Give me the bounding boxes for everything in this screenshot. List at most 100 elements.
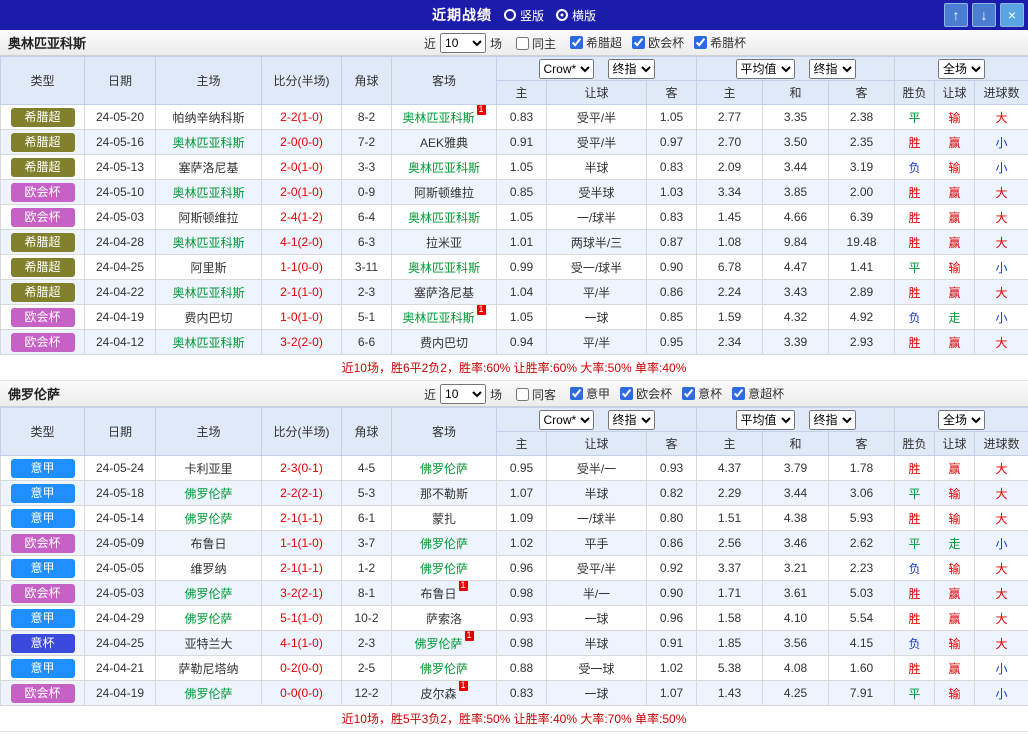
avg-home-odds: 2.56 <box>697 531 763 556</box>
odds-type-select[interactable]: 平均值 <box>736 59 795 79</box>
home-team-cell: 卡利亚里 <box>156 456 262 481</box>
away-team-cell: 佛罗伦萨 <box>392 556 497 581</box>
avg-away-odds: 6.39 <box>829 205 895 230</box>
same-venue-filter[interactable]: 同主 <box>516 35 556 52</box>
horizontal-layout-radio[interactable] <box>556 9 568 21</box>
avg-draw-odds: 3.44 <box>763 481 829 506</box>
competition-filter[interactable]: 欧会杯 <box>620 385 672 402</box>
match-count-select[interactable]: 10 <box>440 33 486 53</box>
date-cell: 24-05-24 <box>85 456 156 481</box>
match-row: 意甲24-05-18佛罗伦萨2-2(2-1)5-3那不勒斯1.07半球0.822… <box>1 481 1028 506</box>
league-cell: 欧会杯 <box>1 531 85 556</box>
avg-draw-odds: 4.10 <box>763 606 829 631</box>
odds-stage-select[interactable]: 终指 <box>809 410 856 430</box>
league-cell: 欧会杯 <box>1 681 85 706</box>
handicap-away-odds: 1.05 <box>647 105 697 130</box>
avg-draw-odds: 3.43 <box>763 280 829 305</box>
scope-select[interactable]: 全场 <box>938 410 985 430</box>
handicap-home-odds: 0.95 <box>497 456 547 481</box>
competition-filter[interactable]: 希腊超 <box>570 34 622 51</box>
col-type: 类型 <box>1 57 85 105</box>
handicap-result: 输 <box>935 255 975 280</box>
league-cell: 欧会杯 <box>1 581 85 606</box>
handicap-away-odds: 0.90 <box>647 255 697 280</box>
handicap-away-odds: 0.87 <box>647 230 697 255</box>
vertical-layout-radio[interactable] <box>504 9 516 21</box>
competition-filter[interactable]: 意超杯 <box>732 385 784 402</box>
competition-checkbox[interactable] <box>620 387 633 400</box>
match-result: 负 <box>895 155 935 180</box>
league-cell: 意甲 <box>1 481 85 506</box>
focus-team-name: 奥林匹亚科斯 <box>172 236 244 250</box>
same-venue-filter[interactable]: 同客 <box>516 386 556 403</box>
odds-stage-select[interactable]: 终指 <box>809 59 856 79</box>
score-cell: 5-1(1-0) <box>262 606 342 631</box>
handicap-away-odds: 0.97 <box>647 130 697 155</box>
score-cell: 1-1(1-0) <box>262 531 342 556</box>
avg-away-odds: 2.89 <box>829 280 895 305</box>
handicap-away-odds: 0.86 <box>647 280 697 305</box>
league-cell: 意杯 <box>1 631 85 656</box>
col-away: 客场 <box>392 57 497 105</box>
away-team-cell: 奥林匹亚科斯1 <box>392 305 497 330</box>
league-cell: 希腊超 <box>1 155 85 180</box>
move-up-button[interactable]: ↑ <box>944 3 968 27</box>
handicap-stage-select[interactable]: 终指 <box>608 410 655 430</box>
competition-filter[interactable]: 欧会杯 <box>632 34 684 51</box>
competition-filters: 意甲欧会杯意杯意超杯 <box>560 385 784 403</box>
handicap-result: 赢 <box>935 180 975 205</box>
competition-checkbox[interactable] <box>732 387 745 400</box>
horizontal-layout-label: 横版 <box>572 7 596 24</box>
competition-checkbox[interactable] <box>570 36 583 49</box>
corner-cell: 6-1 <box>342 506 392 531</box>
competition-checkbox[interactable] <box>570 387 583 400</box>
home-team-cell: 佛罗伦萨 <box>156 481 262 506</box>
col-goals-result: 进球数 <box>975 81 1028 105</box>
scope-select[interactable]: 全场 <box>938 59 985 79</box>
team-name: 维罗纳 <box>190 562 226 576</box>
focus-team-name: 佛罗伦萨 <box>184 487 232 501</box>
odds-type-select[interactable]: 平均值 <box>736 410 795 430</box>
away-team-cell: 萨索洛 <box>392 606 497 631</box>
bookmaker-select[interactable]: Crow* <box>539 410 594 430</box>
competition-checkbox[interactable] <box>682 387 695 400</box>
competition-filter[interactable]: 希腊杯 <box>694 34 746 51</box>
focus-team-name: 奥林匹亚科斯 <box>172 336 244 350</box>
bookmaker-select[interactable]: Crow* <box>539 59 594 79</box>
competition-checkbox[interactable] <box>694 36 707 49</box>
match-result: 胜 <box>895 581 935 606</box>
team-name: 阿里斯 <box>190 261 226 275</box>
competition-filter[interactable]: 意甲 <box>570 385 610 402</box>
col-handicap-home: 主 <box>497 432 547 456</box>
date-cell: 24-05-10 <box>85 180 156 205</box>
layout-vertical-option[interactable]: 竖版 <box>504 7 544 24</box>
filter-bar: 近 10 场 同客 意甲欧会杯意杯意超杯 <box>424 381 784 407</box>
avg-away-odds: 1.78 <box>829 456 895 481</box>
match-count-select[interactable]: 10 <box>440 384 486 404</box>
col-handicap-line: 让球 <box>547 81 647 105</box>
near-label: 近 <box>424 386 436 403</box>
handicap-result: 赢 <box>935 205 975 230</box>
col-handicap-away: 客 <box>647 81 697 105</box>
score-cell: 2-4(1-2) <box>262 205 342 230</box>
col-handicap-away: 客 <box>647 432 697 456</box>
league-badge: 意甲 <box>11 659 75 678</box>
home-team-cell: 塞萨洛尼基 <box>156 155 262 180</box>
same-venue-checkbox[interactable] <box>516 37 529 50</box>
move-down-button[interactable]: ↓ <box>972 3 996 27</box>
competition-checkbox[interactable] <box>632 36 645 49</box>
handicap-stage-select[interactable]: 终指 <box>608 59 655 79</box>
home-team-cell: 佛罗伦萨 <box>156 681 262 706</box>
focus-team-name: 佛罗伦萨 <box>420 562 468 576</box>
league-badge: 欧会杯 <box>11 208 75 227</box>
handicap-away-odds: 0.82 <box>647 481 697 506</box>
handicap-home-odds: 1.05 <box>497 305 547 330</box>
close-icon[interactable]: × <box>1000 3 1024 27</box>
away-team-cell: AEK雅典 <box>392 130 497 155</box>
competition-filter[interactable]: 意杯 <box>682 385 722 402</box>
layout-horizontal-option[interactable]: 横版 <box>556 7 596 24</box>
same-venue-checkbox[interactable] <box>516 388 529 401</box>
handicap-home-odds: 0.83 <box>497 681 547 706</box>
handicap-result: 赢 <box>935 456 975 481</box>
home-team-cell: 奥林匹亚科斯 <box>156 330 262 355</box>
